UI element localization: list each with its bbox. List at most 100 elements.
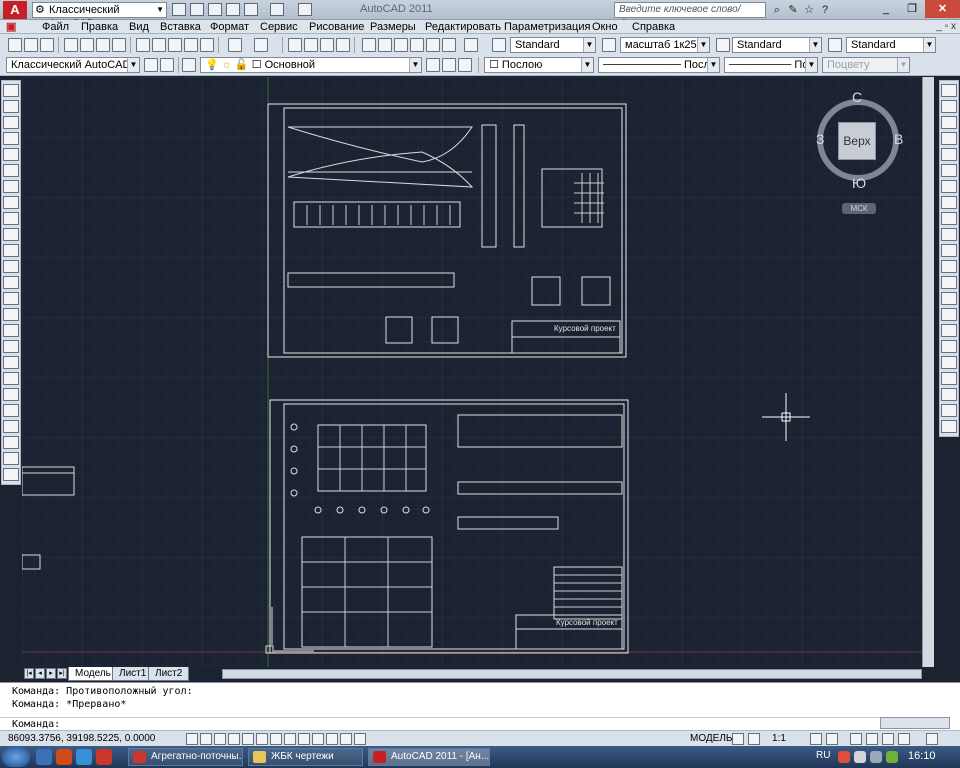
menu-parametric[interactable]: Параметризация	[504, 20, 590, 34]
key-icon[interactable]: ✎	[786, 3, 800, 17]
open-icon[interactable]	[24, 38, 38, 52]
polygon-icon[interactable]	[3, 132, 19, 145]
snap-icon[interactable]	[186, 733, 198, 745]
menu-draw[interactable]: Рисование	[309, 20, 364, 34]
multiline-text-icon[interactable]	[3, 372, 19, 385]
dim-style-select[interactable]: масштаб 1к25 ▼	[620, 37, 710, 53]
dim-style-icon[interactable]	[602, 38, 616, 52]
text-front-icon[interactable]	[941, 404, 957, 417]
point-icon[interactable]	[3, 292, 19, 305]
otrack-icon[interactable]	[270, 733, 282, 745]
close-button[interactable]: ✕	[925, 0, 960, 18]
quick-view-layouts-icon[interactable]	[732, 733, 744, 745]
taskbar-item-browser[interactable]: Агрегатно-поточны...	[128, 748, 243, 766]
workspace-select[interactable]: Классический AutoCAD ▼	[6, 57, 140, 73]
minimize-button[interactable]: _	[873, 0, 899, 18]
menu-file[interactable]: Файл	[42, 20, 69, 34]
antivirus-icon[interactable]	[838, 751, 850, 763]
coordinates-readout[interactable]: 86093.3756, 39198.5225, 0.0000	[8, 733, 155, 744]
spline-icon[interactable]	[3, 212, 19, 225]
ducs-icon[interactable]	[284, 733, 296, 745]
leader-icon[interactable]	[3, 468, 19, 481]
move-icon[interactable]	[941, 164, 957, 177]
make-object-layer-current-icon[interactable]	[426, 58, 440, 72]
osnap-icon[interactable]	[242, 733, 254, 745]
markup-icon[interactable]	[426, 38, 440, 52]
menu-window[interactable]: Окно	[592, 20, 618, 34]
dyn-icon[interactable]	[298, 733, 310, 745]
draworder-icon[interactable]	[3, 420, 19, 433]
send-under-icon[interactable]	[941, 388, 957, 401]
print-icon[interactable]	[64, 38, 78, 52]
gear-icon[interactable]	[144, 58, 158, 72]
make-block-icon[interactable]	[3, 276, 19, 289]
first-tab-icon[interactable]: |◂	[24, 668, 34, 679]
taskbar-item-autocad[interactable]: AutoCAD 2011 - [Ан...	[368, 748, 490, 766]
annotation-scale[interactable]: 1:1	[772, 733, 786, 744]
last-tab-icon[interactable]: ▸|	[57, 668, 67, 679]
multileader-style-select[interactable]: Standard ▼	[846, 37, 936, 53]
multileader-style-icon[interactable]	[828, 38, 842, 52]
array-icon[interactable]	[941, 148, 957, 161]
save-icon[interactable]	[40, 38, 54, 52]
zoom-realtime-icon[interactable]	[304, 38, 318, 52]
viewcube-east[interactable]: В	[894, 131, 903, 147]
menu-format[interactable]: Формат	[210, 20, 249, 34]
block-editor-icon[interactable]	[200, 38, 214, 52]
tray-app-icon[interactable]	[886, 751, 898, 763]
undo-icon[interactable]	[228, 38, 242, 52]
construction-line-icon[interactable]	[3, 100, 19, 113]
open-file-icon[interactable]	[190, 3, 204, 16]
zoom-previous-icon[interactable]	[336, 38, 350, 52]
stretch-icon[interactable]	[941, 212, 957, 225]
restore-button[interactable]: ❐	[899, 0, 925, 18]
new-file-icon[interactable]	[172, 3, 186, 16]
save-as-icon[interactable]	[226, 3, 240, 16]
grid-icon[interactable]	[200, 733, 212, 745]
copy-object-icon[interactable]	[941, 100, 957, 113]
hatch-icon[interactable]	[3, 308, 19, 321]
viewcube-south[interactable]: Ю	[852, 175, 866, 191]
layer-tools-icon[interactable]	[3, 404, 19, 417]
isolate-objects-icon[interactable]	[898, 733, 910, 745]
taskbar-item-folder[interactable]: ЖБК чертежи	[248, 748, 363, 766]
help-icon[interactable]	[464, 38, 478, 52]
autocad-logo-icon[interactable]: A	[3, 1, 27, 19]
document-icon[interactable]: ▣	[6, 20, 16, 34]
new-icon[interactable]	[8, 38, 22, 52]
clock[interactable]: 16:10	[908, 750, 936, 762]
table-style-icon[interactable]	[716, 38, 730, 52]
add-selected-icon[interactable]	[3, 388, 19, 401]
tab-sheet-2[interactable]: Лист2	[148, 667, 190, 681]
explode-icon[interactable]	[941, 324, 957, 337]
menu-view[interactable]: Вид	[129, 20, 149, 34]
tool-palettes-icon[interactable]	[394, 38, 408, 52]
rectangle-icon[interactable]	[3, 148, 19, 161]
draworder-back-icon[interactable]	[941, 356, 957, 369]
circle-icon[interactable]	[3, 180, 19, 193]
binoculars-icon[interactable]: ⌕	[770, 3, 784, 17]
layer-properties-icon[interactable]	[182, 58, 196, 72]
text-style-select[interactable]: Standard ▼	[510, 37, 596, 53]
lineweight-select[interactable]: ──────── Послою ▼	[724, 57, 818, 73]
text-style-icon[interactable]	[492, 38, 506, 52]
3d-osnap-icon[interactable]	[256, 733, 268, 745]
auto-scale-icon[interactable]	[826, 733, 838, 745]
menu-dimension[interactable]: Размеры	[370, 20, 416, 34]
start-button[interactable]	[2, 747, 30, 767]
sc-icon[interactable]	[354, 733, 366, 745]
revision-cloud-icon[interactable]	[3, 196, 19, 209]
document-window-controls[interactable]: _ ▫ x	[936, 20, 956, 34]
workspace-settings-icon[interactable]	[160, 58, 174, 72]
rotate-icon[interactable]	[941, 180, 957, 193]
design-center-icon[interactable]	[378, 38, 392, 52]
bring-above-icon[interactable]	[941, 372, 957, 385]
undo-icon[interactable]	[244, 3, 258, 16]
cut-icon[interactable]	[136, 38, 150, 52]
gradient-icon[interactable]	[3, 324, 19, 337]
viewcube[interactable]: С Ю З В Верх МСК	[816, 89, 906, 214]
menu-insert[interactable]: Вставка	[160, 20, 201, 34]
search-input[interactable]: Введите ключевое слово/фразу	[614, 2, 766, 29]
viewcube-north[interactable]: С	[852, 89, 862, 105]
show-desktop-icon[interactable]	[36, 749, 52, 765]
